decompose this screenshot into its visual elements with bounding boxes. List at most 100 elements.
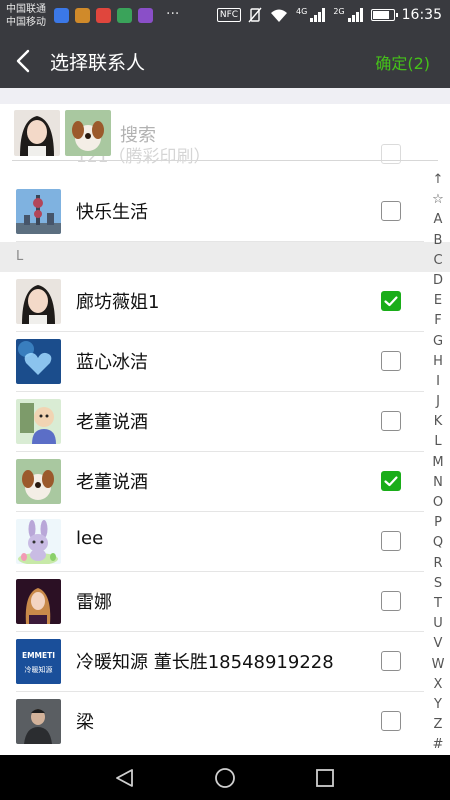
index-letter[interactable]: # (433, 735, 444, 755)
recents-icon[interactable] (314, 767, 336, 789)
contact-checkbox[interactable] (381, 201, 401, 221)
emmeti-brand: EMMETI (22, 651, 55, 660)
contact-avatar: EMMETI 冷暖知源 (16, 639, 61, 684)
index-letter[interactable]: X (434, 675, 443, 695)
contact-row[interactable]: EMMETI 冷暖知源 冷暖知源 董长胜18548919228 (0, 632, 424, 692)
mail-notification-icon (96, 8, 111, 23)
index-letter[interactable]: F (434, 311, 441, 331)
contact-checkbox[interactable] (381, 531, 401, 551)
system-indicators: NFC 4G 2G 16:35 (216, 6, 442, 23)
contact-avatar (16, 339, 61, 384)
contact-checkbox[interactable] (381, 711, 401, 731)
browser-notification-icon (54, 8, 69, 23)
page-title: 选择联系人 (50, 52, 146, 74)
index-letter[interactable]: U (433, 614, 443, 634)
index-letter[interactable]: N (433, 473, 443, 493)
index-letter[interactable]: M (432, 453, 443, 473)
contact-checkbox[interactable] (381, 351, 401, 371)
index-letter[interactable]: K (434, 412, 443, 432)
contact-name: lee (76, 528, 104, 549)
index-letter[interactable]: I (436, 372, 440, 392)
title-bar: 选择联系人 确定(2) (0, 34, 450, 88)
selected-avatar-dog[interactable] (65, 110, 111, 156)
hidden-contact-checkbox (381, 144, 401, 164)
index-letter[interactable]: L (434, 432, 441, 452)
contact-avatar (16, 399, 61, 444)
contact-row[interactable]: 老董说酒 (0, 392, 424, 452)
index-letter[interactable]: V (434, 634, 443, 654)
emmeti-subtitle: 冷暖知源 (25, 665, 53, 674)
index-letter[interactable]: O (433, 493, 443, 513)
contact-name: 老董说酒 (76, 412, 148, 433)
index-letter[interactable]: J (436, 392, 440, 412)
checkmark-icon (384, 476, 398, 487)
index-letter[interactable]: E (434, 291, 442, 311)
index-letter[interactable]: D (433, 271, 443, 291)
contact-checkbox[interactable] (381, 651, 401, 671)
index-letter[interactable]: T (434, 594, 442, 614)
contact-row[interactable]: 快乐生活 (0, 182, 424, 242)
contact-avatar (16, 189, 61, 234)
network-type-1: 4G (296, 6, 308, 16)
index-letter[interactable]: B (434, 231, 443, 251)
contact-avatar (16, 519, 61, 564)
search-area[interactable]: 121（腾彩印刷） 搜索 (0, 104, 450, 166)
contact-checkbox-checked[interactable] (381, 291, 401, 311)
contact-name: 廊坊薇姐1 (76, 292, 160, 313)
contact-row[interactable]: 老董说酒 (0, 452, 424, 512)
index-letter[interactable]: H (433, 352, 443, 372)
battery-icon (370, 9, 398, 21)
contact-avatar (16, 459, 61, 504)
contact-avatar (16, 699, 61, 744)
search-input[interactable]: 搜索 (120, 121, 156, 147)
index-letter[interactable]: W (432, 655, 445, 675)
contact-row[interactable]: 雷娜 (0, 572, 424, 632)
contact-row[interactable]: 廊坊薇姐1 (0, 272, 424, 332)
more-notifications-icon: ··· (166, 6, 180, 22)
notification-icons (54, 8, 153, 23)
index-letter[interactable]: P (434, 513, 442, 533)
partially-hidden-contact-row: 121（腾彩印刷） (0, 134, 420, 166)
alphabet-index-bar[interactable]: ↑ ☆ A B C D E F G H I J K L M N O P Q R S T U V W X Y Z # (426, 170, 450, 754)
contact-row[interactable]: 梁 (0, 692, 424, 752)
index-letter[interactable]: ↑ (433, 170, 444, 190)
checkmark-icon (384, 296, 398, 307)
index-letter[interactable]: C (433, 251, 442, 271)
back-arrow-icon[interactable] (10, 47, 38, 75)
clock: 16:35 (401, 7, 442, 23)
index-letter[interactable]: A (434, 210, 443, 230)
index-letter[interactable]: ☆ (432, 190, 444, 210)
battery-level (372, 11, 389, 19)
index-letter[interactable]: Z (434, 715, 443, 735)
confirm-button[interactable]: 确定(2) (375, 50, 430, 74)
contact-name: 老董说酒 (76, 472, 148, 493)
contact-name: 雷娜 (76, 592, 112, 613)
network-type-2: 2G (333, 6, 345, 16)
index-letter[interactable]: S (434, 574, 442, 594)
back-icon[interactable] (114, 767, 136, 789)
contact-name: 蓝心冰洁 (76, 352, 148, 373)
index-letter[interactable]: G (433, 332, 443, 352)
contact-name: 快乐生活 (76, 202, 148, 223)
search-underline (12, 160, 438, 161)
signal-icon-2 (347, 8, 363, 22)
contact-checkbox[interactable] (381, 411, 401, 431)
contact-checkbox-checked[interactable] (381, 471, 401, 491)
divider-strip (0, 88, 450, 104)
contact-checkbox[interactable] (381, 591, 401, 611)
index-letter[interactable]: R (433, 554, 442, 574)
app-notification-icon (138, 8, 153, 23)
contact-row[interactable]: lee (0, 512, 424, 572)
contact-name: 冷暖知源 董长胜18548919228 (76, 652, 334, 673)
photo-notification-icon (117, 8, 132, 23)
emmeti-logo: EMMETI 冷暖知源 (16, 639, 61, 684)
system-navigation-bar (0, 755, 450, 800)
home-icon[interactable] (214, 767, 236, 789)
index-letter[interactable]: Q (433, 533, 443, 553)
carrier-1: 中国联通 (6, 4, 46, 15)
contact-row[interactable]: 蓝心冰洁 (0, 332, 424, 392)
selected-avatar-girl[interactable] (14, 110, 60, 156)
section-header: L (0, 242, 450, 272)
index-letter[interactable]: Y (434, 695, 442, 715)
contact-name: 梁 (76, 712, 94, 733)
